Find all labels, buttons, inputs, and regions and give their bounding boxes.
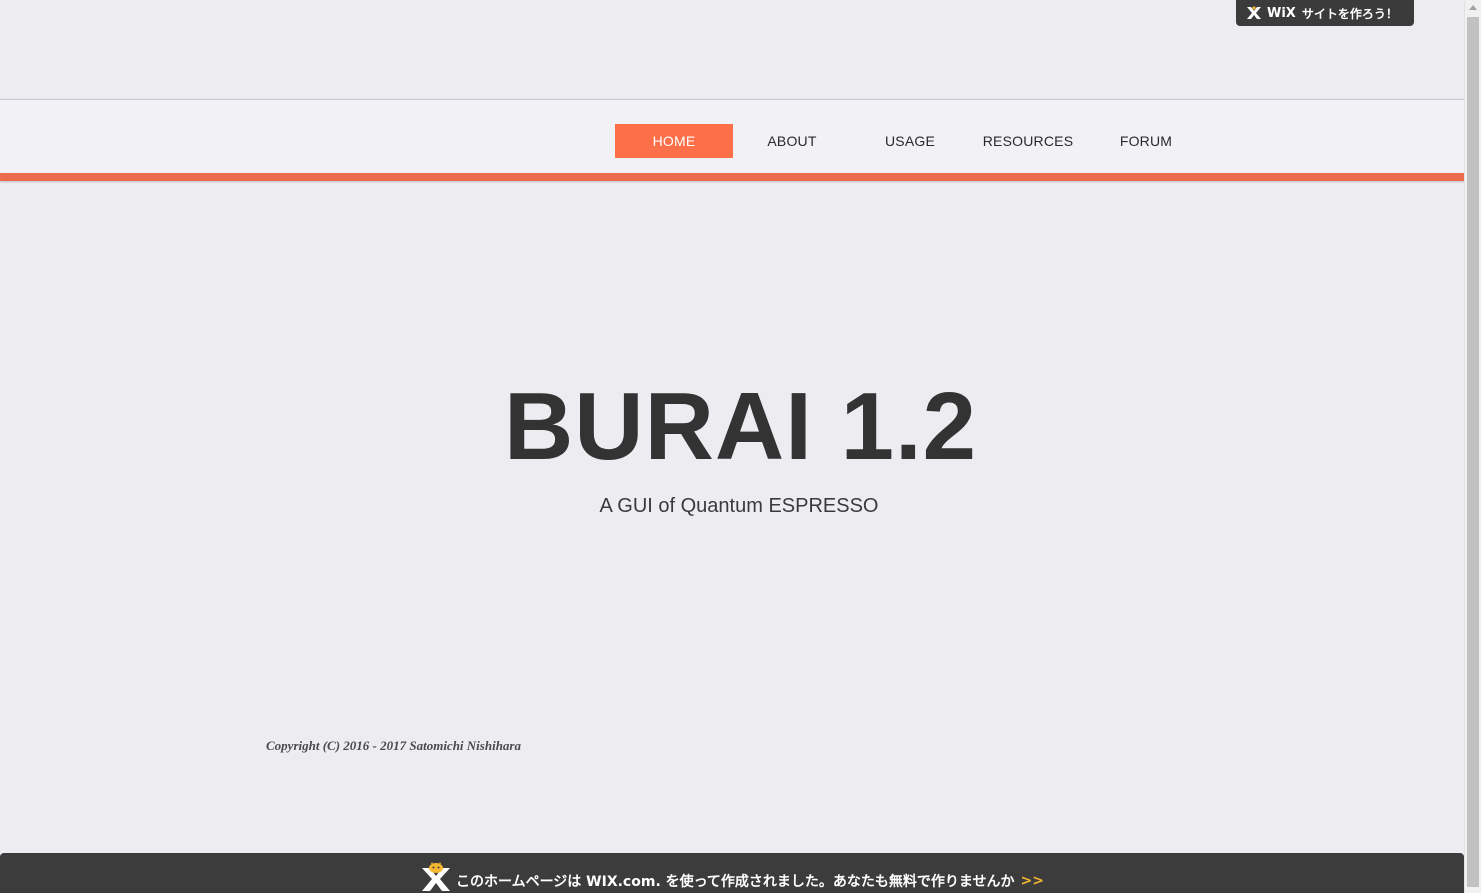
- banner-message: このホームページは WIX.com. を使って作成されました。あなたも無料で作り…: [456, 874, 1015, 890]
- scroll-up-arrow-icon[interactable]: [1469, 5, 1477, 10]
- nav-item-about[interactable]: ABOUT: [733, 124, 851, 158]
- wix-badge-cta: サイトを作ろう！: [1301, 6, 1398, 21]
- copyright-text: Copyright (C) 2016 - 2017 Satomichi Nish…: [266, 738, 521, 753]
- vertical-scrollbar[interactable]: [1464, 0, 1481, 893]
- nav-item-home[interactable]: HOME: [615, 124, 733, 158]
- wix-mascot-icon: [422, 862, 450, 891]
- nav-item-resources[interactable]: RESOURCES: [969, 124, 1087, 158]
- wix-create-site-badge[interactable]: WiX サイトを作ろう！: [1236, 0, 1414, 26]
- wix-x-icon: [1247, 6, 1261, 19]
- wix-brand: WiX: [1267, 5, 1296, 21]
- nav-item-forum[interactable]: FORUM: [1087, 124, 1205, 158]
- nav-accent-bar: [0, 173, 1464, 181]
- nav-menu: HOME ABOUT USAGE RESOURCES FORUM: [615, 124, 1205, 158]
- hero-subtitle: A GUI of Quantum ESPRESSO: [599, 495, 879, 517]
- nav-item-usage[interactable]: USAGE: [851, 124, 969, 158]
- main-navigation: HOME ABOUT USAGE RESOURCES FORUM: [0, 99, 1464, 173]
- hero-title: BURAI 1.2: [503, 373, 978, 480]
- banner-arrows: >>: [1020, 873, 1044, 889]
- banner-content: このホームページは WIX.com. を使って作成されました。あなたも無料で作り…: [420, 855, 1044, 893]
- page: WiX サイトを作ろう！ HOME ABOUT USAGE RESOURCES …: [0, 0, 1481, 893]
- wix-bottom-banner[interactable]: このホームページは WIX.com. を使って作成されました。あなたも無料で作り…: [0, 853, 1464, 893]
- scrollbar-thumb[interactable]: [1467, 17, 1479, 887]
